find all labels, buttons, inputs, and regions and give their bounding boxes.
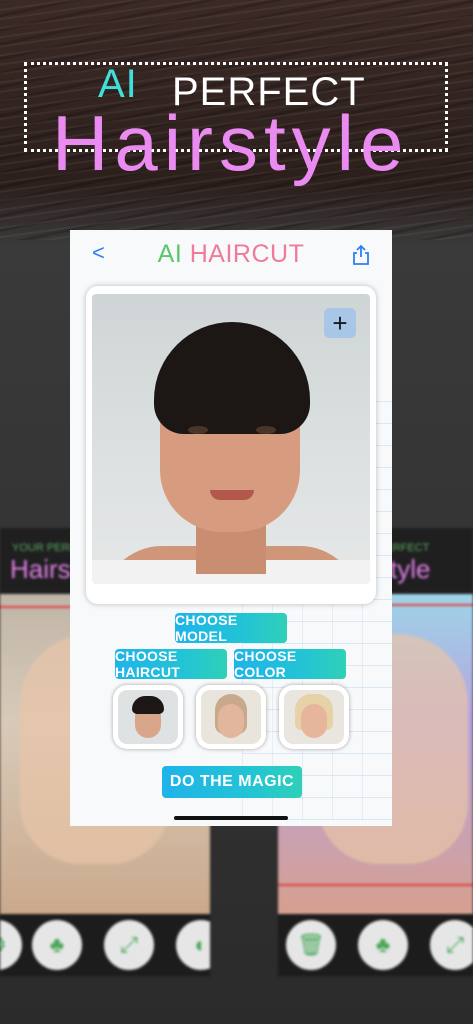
- haircut-thumbnail[interactable]: [196, 685, 266, 749]
- hair-icon: ♣: [358, 920, 408, 970]
- add-photo-button[interactable]: +: [324, 308, 356, 338]
- expand-icon: ⤢: [430, 920, 473, 970]
- color-thumbnail[interactable]: [279, 685, 349, 749]
- model-photo-frame: +: [86, 286, 376, 604]
- trash-icon: 🗑: [286, 920, 336, 970]
- expand-icon: ⤢: [104, 920, 154, 970]
- preview-toolbar: ⚙ ♣ ⤢ ◐: [0, 914, 210, 976]
- choose-model-button[interactable]: CHOOSE MODEL: [175, 612, 287, 644]
- plus-icon: +: [332, 307, 348, 338]
- navigation-bar: < AI HAIRCUT: [70, 230, 392, 284]
- choose-haircut-button[interactable]: CHOOSE HAIRCUT: [115, 648, 227, 680]
- app-screen: < AI HAIRCUT + CHOOSE MODEL CHOOSE HAIRC…: [70, 230, 392, 826]
- model-thumbnail[interactable]: [113, 685, 183, 749]
- model-photo: +: [92, 294, 370, 584]
- share-icon[interactable]: [352, 244, 370, 266]
- app-title-haircut: HAIRCUT: [182, 240, 305, 268]
- preview-title: tyle: [390, 554, 431, 584]
- home-indicator: [174, 816, 288, 820]
- preview-toolbar: 🗑 ♣ ⤢: [278, 914, 473, 976]
- do-the-magic-button[interactable]: DO THE MAGIC: [162, 766, 302, 798]
- choose-color-button[interactable]: CHOOSE COLOR: [234, 648, 346, 680]
- hair-icon: ♣: [32, 920, 82, 970]
- preview-button-icon: ⚙: [0, 920, 22, 970]
- headline-hairstyle: Hairstyle: [52, 99, 410, 187]
- app-title: AI HAIRCUT: [70, 240, 392, 269]
- palette-icon: ◐: [176, 920, 210, 970]
- app-title-ai: AI: [157, 240, 183, 268]
